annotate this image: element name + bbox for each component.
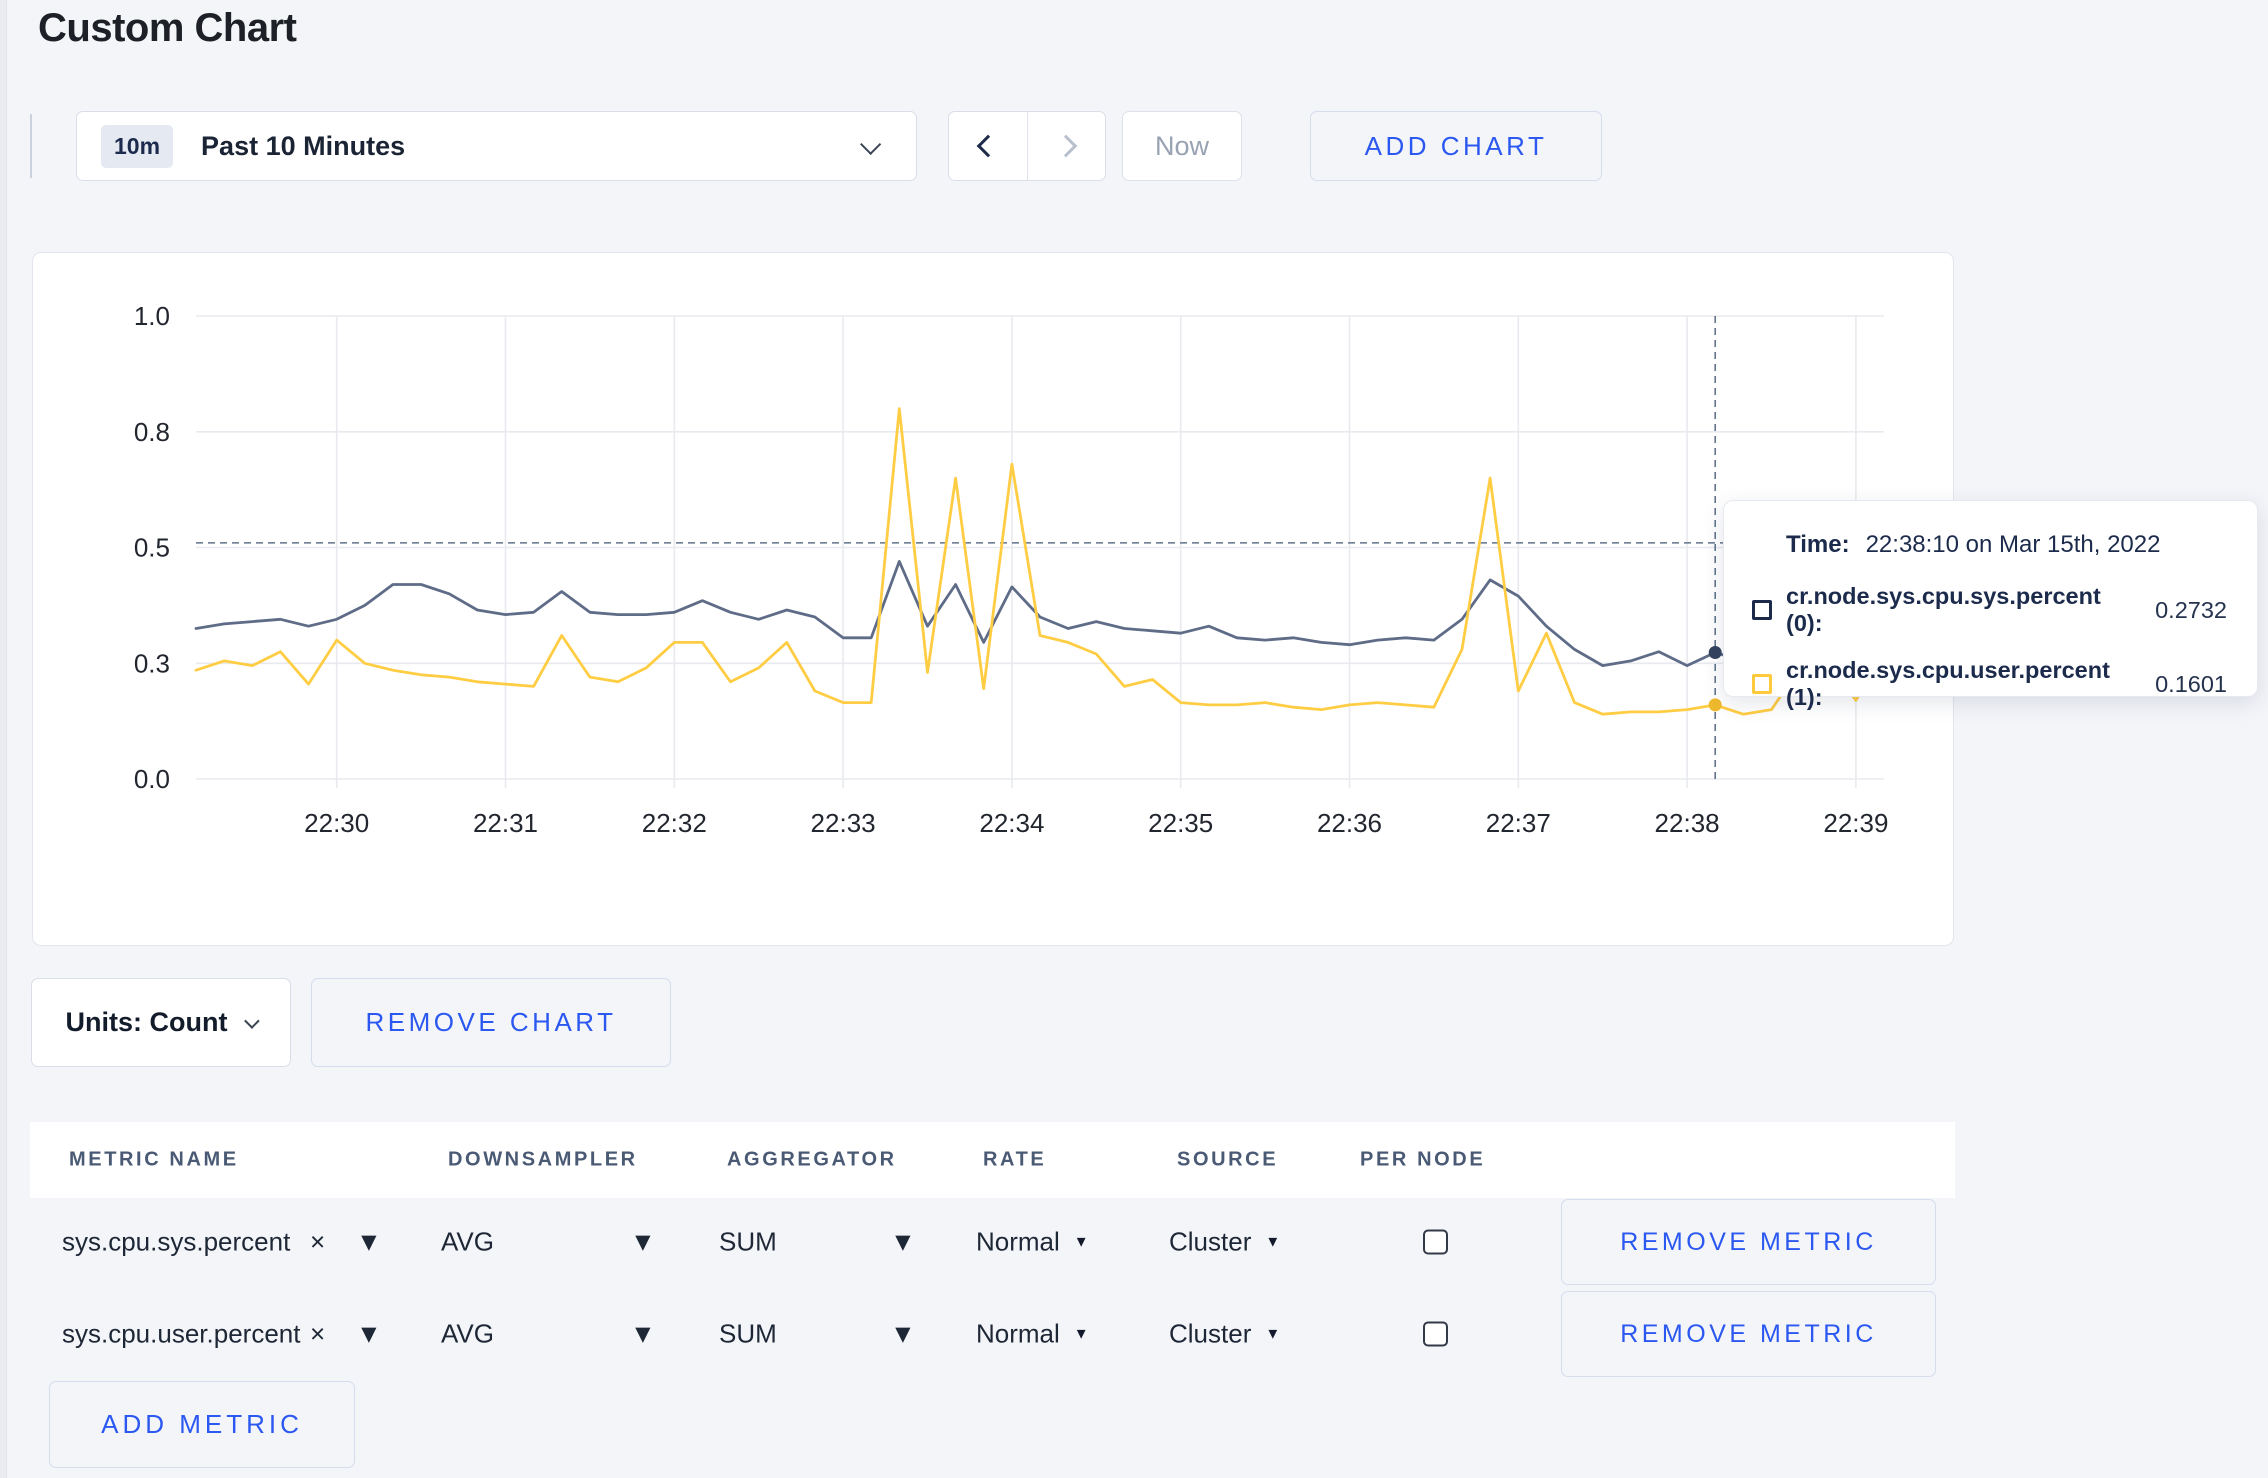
caret-down-icon[interactable]: ▼ <box>630 1227 656 1258</box>
chevron-down-icon <box>860 133 882 155</box>
tooltip-series-value: 0.2732 <box>2155 596 2227 623</box>
column-header-downsampler: DOWNSAMPLER <box>448 1148 638 1171</box>
tooltip-series-value: 0.1601 <box>2155 670 2227 697</box>
rate-select[interactable]: Normal ▼ <box>976 1319 1089 1350</box>
series-user-swatch-icon <box>1752 674 1772 694</box>
source-select-value: Cluster <box>1169 1318 1252 1349</box>
per-node-checkbox[interactable] <box>1423 1321 1448 1347</box>
column-header-source: SOURCE <box>1177 1148 1279 1171</box>
prev-time-button[interactable] <box>949 112 1027 180</box>
column-header-metric-name: METRIC NAME <box>69 1148 239 1171</box>
time-range-badge: 10m <box>101 124 174 168</box>
custom-chart-page: Custom Chart 10m Past 10 Minutes Now ADD… <box>0 0 2268 1478</box>
tooltip-series-name: cr.node.sys.cpu.sys.percent (0): <box>1786 583 2101 636</box>
chevron-left-icon <box>976 134 1000 158</box>
x-axis-label: 22:39 <box>1823 808 1888 838</box>
downsampler-select[interactable]: AVG <box>441 1319 494 1350</box>
tooltip-time-row: Time: 22:38:10 on Mar 15th, 2022 <box>1786 531 2227 559</box>
downsampler-select[interactable]: AVG <box>441 1227 494 1258</box>
metrics-table-header: METRIC NAME DOWNSAMPLER AGGREGATOR RATE … <box>30 1122 1955 1198</box>
x-axis-label: 22:36 <box>1317 808 1382 838</box>
next-time-button[interactable] <box>1026 112 1106 180</box>
page-left-gutter <box>0 0 7 1478</box>
crosshair-dot-1 <box>1708 698 1722 712</box>
x-axis-label: 22:35 <box>1148 808 1213 838</box>
rate-select[interactable]: Normal ▼ <box>976 1227 1089 1258</box>
units-select[interactable]: Units: Count <box>31 978 291 1067</box>
source-select[interactable]: Cluster ▼ <box>1169 1319 1280 1350</box>
source-select[interactable]: Cluster ▼ <box>1169 1227 1280 1258</box>
x-axis-label: 22:34 <box>979 808 1044 838</box>
x-axis-label: 22:30 <box>304 808 369 838</box>
caret-down-icon: ▼ <box>1265 1325 1281 1343</box>
x-axis-label: 22:33 <box>811 808 876 838</box>
clear-metric-x-icon[interactable]: × <box>310 1227 325 1258</box>
x-axis-label: 22:32 <box>642 808 707 838</box>
metric-name-select[interactable]: sys.cpu.sys.percent <box>62 1227 290 1258</box>
rate-select-value: Normal <box>976 1226 1060 1257</box>
y-axis-label: 0.0 <box>134 764 170 794</box>
y-axis-label: 0.5 <box>134 533 170 563</box>
toolbar-divider <box>30 114 32 178</box>
caret-down-icon: ▼ <box>1073 1233 1089 1251</box>
chart-tooltip: Time: 22:38:10 on Mar 15th, 2022 cr.node.… <box>1723 500 2258 710</box>
x-axis-label: 22:38 <box>1655 808 1720 838</box>
remove-metric-button[interactable]: REMOVE METRIC <box>1561 1291 1936 1377</box>
metric-row: sys.cpu.sys.percent × ▼ AVG ▼ SUM ▼ Norm… <box>30 1196 1955 1288</box>
series-sys-swatch-icon <box>1752 600 1772 620</box>
tooltip-series-name: cr.node.sys.cpu.user.percent (1): <box>1786 657 2110 710</box>
aggregator-select[interactable]: SUM <box>719 1227 777 1258</box>
y-axis-label: 0.3 <box>134 648 170 678</box>
caret-down-icon: ▼ <box>1265 1233 1281 1251</box>
y-axis-label: 0.8 <box>134 417 170 447</box>
tooltip-series-row: cr.node.sys.cpu.user.percent (1): 0.1601 <box>1752 657 2227 711</box>
units-select-label: Units: Count <box>65 1007 228 1037</box>
time-range-select[interactable]: 10m Past 10 Minutes <box>76 111 917 181</box>
add-metric-button[interactable]: ADD METRIC <box>49 1381 355 1468</box>
page-title: Custom Chart <box>38 6 297 50</box>
time-nav-group <box>948 111 1106 181</box>
column-header-per-node: PER NODE <box>1360 1148 1486 1171</box>
x-axis-label: 22:37 <box>1486 808 1551 838</box>
caret-down-icon[interactable]: ▼ <box>356 1319 382 1350</box>
add-chart-button[interactable]: ADD CHART <box>1310 111 1602 181</box>
clear-metric-x-icon[interactable]: × <box>310 1319 325 1350</box>
tooltip-series-row: cr.node.sys.cpu.sys.percent (0): 0.2732 <box>1752 583 2227 637</box>
caret-down-icon[interactable]: ▼ <box>630 1319 656 1350</box>
column-header-aggregator: AGGREGATOR <box>727 1148 897 1171</box>
y-axis-label: 1.0 <box>134 301 170 331</box>
caret-down-icon[interactable]: ▼ <box>890 1227 916 1258</box>
series-line-0 <box>194 559 1886 668</box>
rate-select-value: Normal <box>976 1318 1060 1349</box>
caret-down-icon: ▼ <box>1073 1325 1089 1343</box>
tooltip-time-value: 22:38:10 on Mar 15th, 2022 <box>1865 531 2161 558</box>
crosshair-dot-0 <box>1708 646 1722 659</box>
caret-down-icon[interactable]: ▼ <box>890 1319 916 1350</box>
time-range-label: Past 10 Minutes <box>201 130 406 161</box>
metric-name-select[interactable]: sys.cpu.user.percent <box>62 1319 300 1350</box>
series-line-1 <box>194 407 1886 716</box>
remove-chart-button[interactable]: REMOVE CHART <box>311 978 671 1067</box>
chevron-right-icon <box>1054 134 1078 158</box>
chevron-down-icon <box>244 1013 261 1029</box>
chart-canvas[interactable]: 1.0 0.8 0.5 0.3 0.0 22:30 22:31 22:32 22:33 22:34… <box>33 253 1955 947</box>
column-header-rate: RATE <box>983 1148 1047 1171</box>
chart-panel: 1.0 0.8 0.5 0.3 0.0 22:30 22:31 22:32 22:33 22:34… <box>32 252 1954 946</box>
aggregator-select[interactable]: SUM <box>719 1319 777 1350</box>
per-node-checkbox[interactable] <box>1423 1229 1448 1255</box>
source-select-value: Cluster <box>1169 1226 1252 1257</box>
x-axis-label: 22:31 <box>473 808 538 838</box>
tooltip-time-label: Time: <box>1786 531 1850 558</box>
remove-metric-button[interactable]: REMOVE METRIC <box>1561 1199 1936 1285</box>
caret-down-icon[interactable]: ▼ <box>356 1227 382 1258</box>
metric-row: sys.cpu.user.percent × ▼ AVG ▼ SUM ▼ Nor… <box>30 1288 1955 1380</box>
now-button[interactable]: Now <box>1122 111 1242 181</box>
